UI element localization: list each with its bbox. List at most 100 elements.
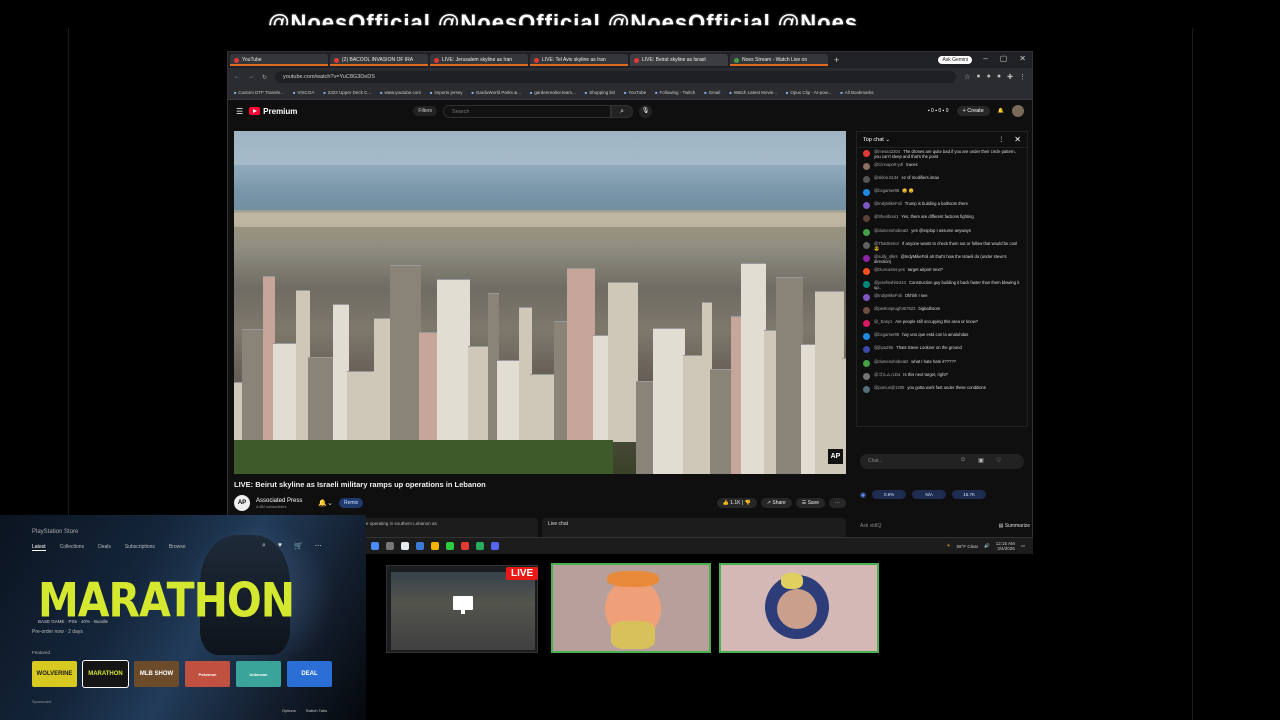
- browser-tab[interactable]: LIVE: Tel Aviv skyline as Iran: [530, 54, 628, 66]
- bookmark[interactable]: gardenrealtor.team...: [530, 90, 576, 95]
- chat-username[interactable]: @pietrosprugforti7623: [874, 306, 916, 311]
- chat-avatar[interactable]: [863, 202, 870, 210]
- search-icon[interactable]: [386, 542, 394, 550]
- gift-icon[interactable]: ▣: [978, 457, 984, 464]
- more-icon[interactable]: ⋯: [829, 498, 846, 508]
- nav-tab[interactable]: Deals: [98, 544, 111, 551]
- chat-avatar[interactable]: [863, 372, 870, 380]
- start-icon[interactable]: [371, 542, 379, 550]
- puzzle-icon[interactable]: ✚: [1007, 73, 1013, 81]
- game-tile[interactable]: MARATHON: [82, 660, 129, 688]
- like-button[interactable]: 👍 1.1K | 👎: [716, 498, 757, 508]
- browser-tab[interactable]: (2) BACOOL INVASION OF IRA: [330, 54, 428, 66]
- bookmark[interactable]: imports jersey: [430, 90, 462, 95]
- game-tile[interactable]: WOLVERINE: [32, 661, 77, 687]
- bookmark[interactable]: Custom DTF Transfe...: [234, 90, 284, 95]
- chat-avatar[interactable]: [863, 359, 870, 367]
- video-player[interactable]: AP: [234, 131, 846, 474]
- url-field[interactable]: youtube.com/watch?v=YuC8G3DeDS: [275, 71, 957, 83]
- app-icon[interactable]: [476, 542, 484, 550]
- bookmark[interactable]: GarduWorld Parks &...: [471, 90, 521, 95]
- reload-icon[interactable]: ↻: [262, 74, 267, 81]
- chat-avatar[interactable]: [863, 320, 870, 328]
- chat-avatar[interactable]: [863, 254, 870, 262]
- chat-username[interactable]: @ゴルムルDa: [874, 372, 900, 377]
- chat-username[interactable]: @jhpa295: [874, 345, 893, 350]
- create-button[interactable]: + Create: [956, 106, 990, 116]
- chat-avatar[interactable]: [863, 346, 870, 354]
- extension-icon[interactable]: ●: [997, 73, 1001, 81]
- search-icon[interactable]: ⌕: [611, 104, 634, 118]
- browser-tab[interactable]: Noes Stream - Watch Live on: [730, 54, 828, 66]
- app-icon[interactable]: [461, 542, 469, 550]
- chat-avatar[interactable]: [863, 241, 870, 249]
- chat-avatar[interactable]: [863, 307, 870, 315]
- chat-avatar[interactable]: [863, 215, 870, 223]
- bookmark[interactable]: Opus Clip - AI-pow...: [786, 90, 831, 95]
- chat-avatar[interactable]: [863, 176, 870, 184]
- webcam-avatar-1[interactable]: [551, 563, 711, 653]
- youtube-logo[interactable]: Premium: [249, 107, 297, 116]
- chat-avatar[interactable]: [863, 267, 870, 275]
- microphone-icon[interactable]: 🎙: [639, 104, 653, 118]
- discord-icon[interactable]: [491, 542, 499, 550]
- chat-avatar[interactable]: [863, 163, 870, 171]
- heart-icon[interactable]: ♡: [996, 457, 1001, 464]
- chat-username[interactable]: @dumenohobeatz: [874, 359, 908, 364]
- chat-username[interactable]: @IndyMikeFoli: [874, 293, 902, 298]
- chat-username[interactable]: @Cinnaport-y4l: [874, 162, 903, 167]
- game-tile[interactable]: MLB SHOW: [134, 661, 179, 687]
- ask-gemini-button[interactable]: Ask Gemini: [938, 56, 972, 64]
- new-tab-button[interactable]: +: [834, 55, 839, 65]
- chat-avatar[interactable]: [863, 385, 870, 393]
- bookmark-star-icon[interactable]: ☆: [964, 73, 970, 81]
- edge-icon[interactable]: [416, 542, 424, 550]
- extension-icon[interactable]: ●: [976, 73, 980, 81]
- ask-input[interactable]: Ask vidIQ: [860, 523, 881, 529]
- chat-username[interactable]: @bcgamer86: [874, 188, 899, 193]
- webcam-avatar-2[interactable]: [719, 563, 879, 653]
- bookmark[interactable]: YouTube: [624, 90, 646, 95]
- save-button[interactable]: ☰ Save: [795, 498, 825, 508]
- more-icon[interactable]: ⋯: [315, 542, 322, 550]
- browser-tab-active[interactable]: LIVE: Beirut skyline as Israel: [630, 54, 728, 66]
- clock[interactable]: 12:15 AM 3/4/2026: [996, 541, 1015, 551]
- close-icon[interactable]: ✕: [1019, 54, 1026, 63]
- back-icon[interactable]: ←: [234, 74, 240, 80]
- weather-label[interactable]: 59°F Clear: [957, 544, 979, 549]
- chat-mode-dropdown[interactable]: Top chat ⌄: [863, 137, 890, 143]
- wishlist-icon[interactable]: ♥: [278, 542, 282, 550]
- browser-tab[interactable]: LIVE: Jerusalem skyline as Iran: [430, 54, 528, 66]
- nav-tab[interactable]: Subscriptions: [125, 544, 155, 551]
- maximize-icon[interactable]: ▢: [1000, 54, 1008, 63]
- search-input[interactable]: Search: [443, 104, 612, 118]
- menu-icon[interactable]: ⋮: [1019, 73, 1026, 81]
- chat-username[interactable]: @Duncaster.yes: [874, 267, 905, 272]
- nav-tab[interactable]: Latest: [32, 544, 46, 551]
- folder-icon[interactable]: [431, 542, 439, 550]
- extension-icon[interactable]: ●: [987, 73, 991, 81]
- bookmark[interactable]: Following - Twitch: [655, 90, 696, 95]
- nav-tab[interactable]: Collections: [60, 544, 84, 551]
- channel-name[interactable]: Associated Press: [256, 498, 302, 504]
- chat-username[interactable]: @skloo.5134: [874, 175, 899, 180]
- chat-username[interactable]: @_Easy1: [874, 319, 892, 324]
- bookmark[interactable]: 2323 Upper Deck C...: [323, 90, 371, 95]
- more-icon[interactable]: ⋮: [998, 136, 1004, 143]
- cart-icon[interactable]: 🛒: [294, 542, 303, 550]
- chat-avatar[interactable]: [863, 280, 870, 288]
- game-tile[interactable]: Unknown: [236, 661, 281, 687]
- chat-avatar[interactable]: [863, 150, 870, 157]
- bell-icon[interactable]: 🔔⌄: [318, 499, 333, 507]
- bookmark[interactable]: Gmail: [704, 90, 721, 95]
- chat-avatar[interactable]: [863, 228, 870, 236]
- game-tile[interactable]: Pokemon: [185, 661, 230, 687]
- channel-avatar[interactable]: AP: [234, 495, 250, 511]
- avatar[interactable]: [1012, 105, 1024, 117]
- notifications-icon[interactable]: 🔔: [998, 108, 1004, 114]
- notification-icon[interactable]: ▭: [1021, 543, 1025, 549]
- bookmark[interactable]: Shopping list: [585, 90, 615, 95]
- remix-button[interactable]: Remix: [338, 498, 364, 508]
- spotify-icon[interactable]: [446, 542, 454, 550]
- chat-username[interactable]: @Sheriboni1: [874, 214, 898, 219]
